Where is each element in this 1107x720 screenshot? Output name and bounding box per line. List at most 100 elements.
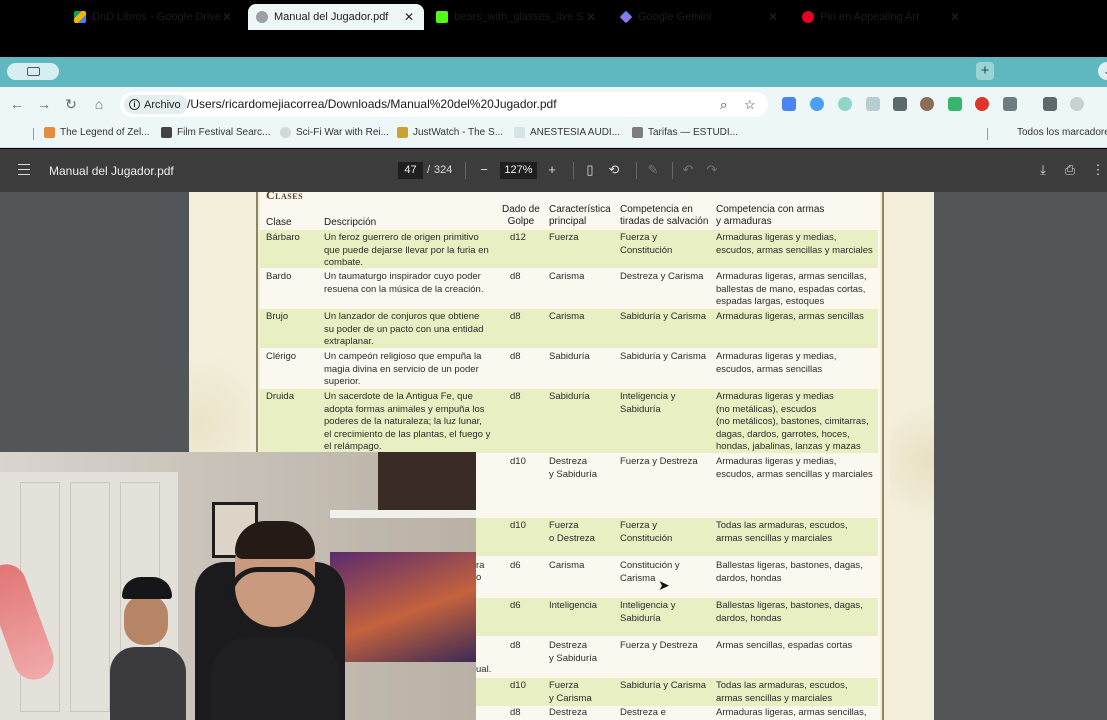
profile-avatar[interactable]	[1070, 97, 1084, 111]
table-cell-car: Inteligencia	[549, 600, 598, 611]
tab-drive[interactable]: DnD Libros - Google Drive ✕	[66, 4, 242, 30]
header-dado: Dado de Golpe	[502, 204, 540, 227]
undo-icon[interactable]: ↶	[680, 162, 696, 178]
bookmark-item[interactable]: The Legend of Zel...	[44, 127, 150, 138]
zelda-icon	[44, 127, 55, 138]
table-cell-fragment: o	[476, 572, 482, 583]
forward-arrow-icon[interactable]: →	[36, 96, 52, 112]
cast-icon[interactable]	[893, 97, 907, 111]
zoom-magnifier-icon[interactable]: ⌕	[720, 97, 727, 113]
person-background	[110, 577, 186, 720]
bookmark-item[interactable]: Tarifas — ESTUDI...	[632, 127, 738, 138]
table-cell-car: Carisma	[549, 311, 585, 322]
table-cell-car: Carisma	[549, 271, 585, 282]
table-cell-desc: Un campeón religioso que empuña la magia…	[324, 351, 482, 387]
table-cell-armas: Armaduras ligeras, armas sencillas	[716, 311, 864, 322]
toolbar-divider	[465, 162, 466, 179]
zoom-out-icon[interactable]: −	[476, 162, 492, 177]
table-cell-car: Fuerza o Destreza	[549, 520, 595, 544]
print-icon[interactable]: ⎙	[1062, 162, 1078, 178]
table-cell-clase: Bárbaro	[266, 232, 300, 243]
close-icon[interactable]: ✕	[584, 10, 598, 24]
mouse-cursor-icon: ➤	[658, 577, 670, 593]
tab-kick-stream[interactable]: bears_with_glasses_live Stre ✕	[428, 4, 606, 30]
table-cell-dado: d8	[510, 311, 521, 322]
table-cell-clase: Bardo	[266, 271, 292, 282]
new-tab-button[interactable]: +	[976, 62, 994, 80]
extension-icon[interactable]	[866, 97, 880, 111]
all-bookmarks-button[interactable]: Todos los marcadore	[1017, 127, 1107, 138]
table-cell-dado: d10	[510, 680, 526, 691]
table-cell-dado: d6	[510, 600, 521, 611]
table-cell-dado: d8	[510, 707, 521, 718]
tab-manual-pdf[interactable]: Manual del Jugador.pdf ✕	[248, 4, 424, 30]
translate-extension-icon[interactable]	[782, 97, 796, 111]
table-cell-armas: Ballestas ligeras, bastones, dagas, dard…	[716, 560, 863, 584]
webcam-overlay	[0, 452, 476, 720]
bookshelf	[378, 452, 476, 512]
bookmark-label: ANESTESIA AUDI...	[530, 127, 621, 138]
tab-title: Pin en Appealing Art	[820, 11, 920, 23]
reload-icon[interactable]: ↻	[63, 96, 79, 112]
reading-list-icon[interactable]	[1043, 97, 1057, 111]
home-icon[interactable]: ⌂	[91, 96, 107, 112]
tab-pinterest[interactable]: Pin en Appealing Art ✕	[794, 4, 970, 30]
table-cell-car: Carisma	[549, 560, 585, 571]
fit-page-icon[interactable]: ▯	[582, 162, 598, 178]
header-clase: Clase	[266, 217, 292, 228]
back-arrow-icon[interactable]: ←	[9, 96, 25, 112]
site-info-label: Archivo	[144, 98, 181, 111]
gemini-icon	[619, 10, 633, 24]
extension-icon[interactable]	[810, 97, 824, 111]
close-icon[interactable]: ✕	[220, 10, 234, 24]
toolbar-divider	[672, 162, 673, 179]
bookmark-label: Film Festival Searc...	[177, 127, 271, 138]
tab-groups-button[interactable]	[7, 63, 59, 80]
table-cell-car: Sabiduría	[549, 351, 590, 362]
annotate-pen-icon[interactable]: ✎	[645, 162, 661, 178]
table-cell-clase: Clérigo	[266, 351, 297, 362]
table-cell-dado: d12	[510, 232, 526, 243]
url-text[interactable]: /Users/ricardomejiacorrea/Downloads/Manu…	[187, 97, 557, 111]
table-cell-armas: Armaduras ligeras y medias, escudos, arm…	[716, 456, 873, 480]
tab-strip	[0, 57, 1107, 87]
sparkle-icon	[514, 127, 525, 138]
zoom-input[interactable]: 127%	[500, 162, 537, 179]
tab-title: bears_with_glasses_live Stre	[454, 11, 584, 23]
box-icon	[632, 127, 643, 138]
table-cell-armas: Armaduras ligeras, armas sencillas, ball…	[716, 271, 867, 307]
close-icon[interactable]: ✕	[766, 10, 780, 24]
bookmark-item[interactable]: Film Festival Searc...	[161, 127, 270, 138]
rotate-icon[interactable]: ⟲	[606, 162, 622, 178]
more-options-icon[interactable]: ⋮	[1090, 162, 1106, 178]
site-info-chip[interactable]: i Archivo	[124, 95, 188, 114]
page-number-input[interactable]: 47	[398, 162, 423, 179]
headphones-icon	[228, 567, 322, 597]
cookie-extension-icon[interactable]	[920, 97, 934, 111]
pdf-title: Manual del Jugador.pdf	[49, 164, 174, 178]
table-cell-dado: d10	[510, 456, 526, 467]
close-icon[interactable]: ✕	[402, 10, 416, 24]
bookmark-item[interactable]: JustWatch - The S...	[397, 127, 503, 138]
shield-icon[interactable]	[948, 97, 962, 111]
bookmark-item[interactable]: Sci-Fi War with Rei...	[280, 127, 389, 138]
bookmark-item[interactable]: ANESTESIA AUDI...	[514, 127, 620, 138]
adblock-icon[interactable]	[975, 97, 989, 111]
download-icon[interactable]: ⤓	[1035, 162, 1051, 178]
table-cell-dado: d8	[510, 351, 521, 362]
table-cell-armas: Armaduras ligeras y medias (no metálicas…	[716, 391, 869, 452]
close-icon[interactable]: ✕	[948, 10, 962, 24]
bookmark-star-icon[interactable]: ☆	[744, 97, 756, 113]
tab-gemini[interactable]: Google Gemini ✕	[612, 4, 788, 30]
redo-icon[interactable]: ↷	[704, 162, 720, 178]
section-heading: Clases	[266, 188, 304, 202]
toolbar-divider	[573, 162, 574, 179]
extension-icon[interactable]	[838, 97, 852, 111]
menu-icon[interactable]	[18, 164, 30, 175]
zoom-in-icon[interactable]: +	[544, 162, 560, 177]
globe-icon	[256, 11, 268, 23]
page-ornament	[890, 192, 934, 720]
puzzle-extensions-icon[interactable]	[1003, 97, 1017, 111]
tab-title: DnD Libros - Google Drive	[92, 11, 220, 23]
info-icon: i	[129, 99, 140, 110]
